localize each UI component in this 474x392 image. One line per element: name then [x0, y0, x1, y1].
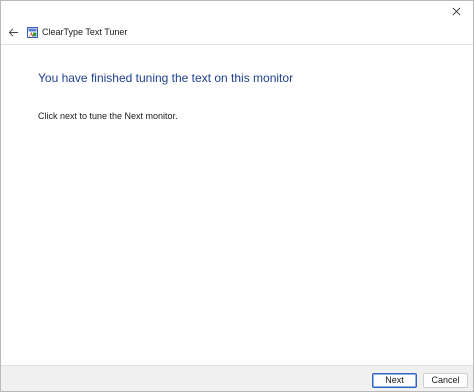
cleartype-app-icon: A	[27, 26, 38, 38]
header-divider	[1, 44, 473, 45]
back-arrow-icon	[8, 28, 18, 36]
back-button[interactable]	[4, 23, 22, 41]
wizard-header: A ClearType Text Tuner	[1, 21, 473, 43]
page-heading: You have finished tuning the text on thi…	[38, 71, 294, 85]
instruction-text: Click next to tune the Next monitor.	[38, 111, 178, 122]
title-bar	[1, 1, 473, 21]
window-title: ClearType Text Tuner	[42, 26, 128, 37]
next-button[interactable]: Next	[372, 373, 417, 388]
cancel-button[interactable]: Cancel	[423, 373, 468, 388]
close-icon	[452, 7, 460, 15]
wizard-content: You have finished tuning the text on thi…	[38, 71, 453, 122]
close-button[interactable]	[443, 2, 469, 20]
cleartype-window: A ClearType Text Tuner You have finished…	[0, 0, 474, 392]
button-bar: Next Cancel	[1, 365, 473, 391]
